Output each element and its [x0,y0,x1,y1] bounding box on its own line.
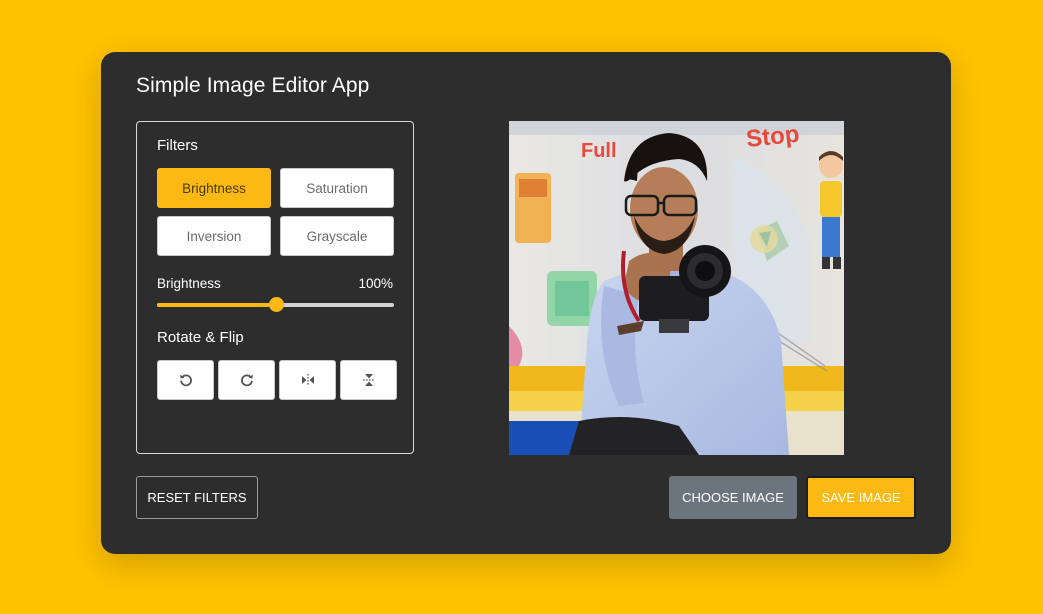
preview-photo: Full Stop [509,121,844,455]
flip-vertical-icon [362,374,375,386]
flip-horizontal-button[interactable] [279,360,336,400]
slider-value: 100% [358,276,393,291]
image-preview: Full Stop [509,121,844,455]
rotate-right-icon [240,374,253,387]
filter-slider[interactable] [157,297,394,312]
rotate-right-button[interactable] [218,360,275,400]
editor-card: Simple Image Editor App Filters Brightne… [101,52,951,554]
rotate-left-icon [179,374,192,387]
choose-image-button[interactable]: Choose Image [669,476,797,519]
rotate-left-button[interactable] [157,360,214,400]
filter-grayscale-button[interactable]: Grayscale [280,216,394,256]
slider-fill [157,303,276,307]
save-image-button[interactable]: Save Image [806,476,916,519]
flip-horizontal-icon [301,374,314,386]
filter-saturation-button[interactable]: Saturation [280,168,394,208]
wall-text-stop: Stop [745,121,801,153]
controls-panel: Filters Brightness Saturation Inversion … [136,121,414,454]
rotate-flip-heading: Rotate & Flip [157,329,244,346]
reset-filters-button[interactable]: Reset Filters [136,476,258,519]
slider-label: Brightness [157,276,221,291]
app-title: Simple Image Editor App [136,74,370,97]
slider-thumb[interactable] [268,297,284,312]
flip-vertical-button[interactable] [340,360,397,400]
filter-brightness-button[interactable]: Brightness [157,168,271,208]
wall-text-full: Full [581,140,617,162]
filters-heading: Filters [157,137,198,154]
filter-inversion-button[interactable]: Inversion [157,216,271,256]
